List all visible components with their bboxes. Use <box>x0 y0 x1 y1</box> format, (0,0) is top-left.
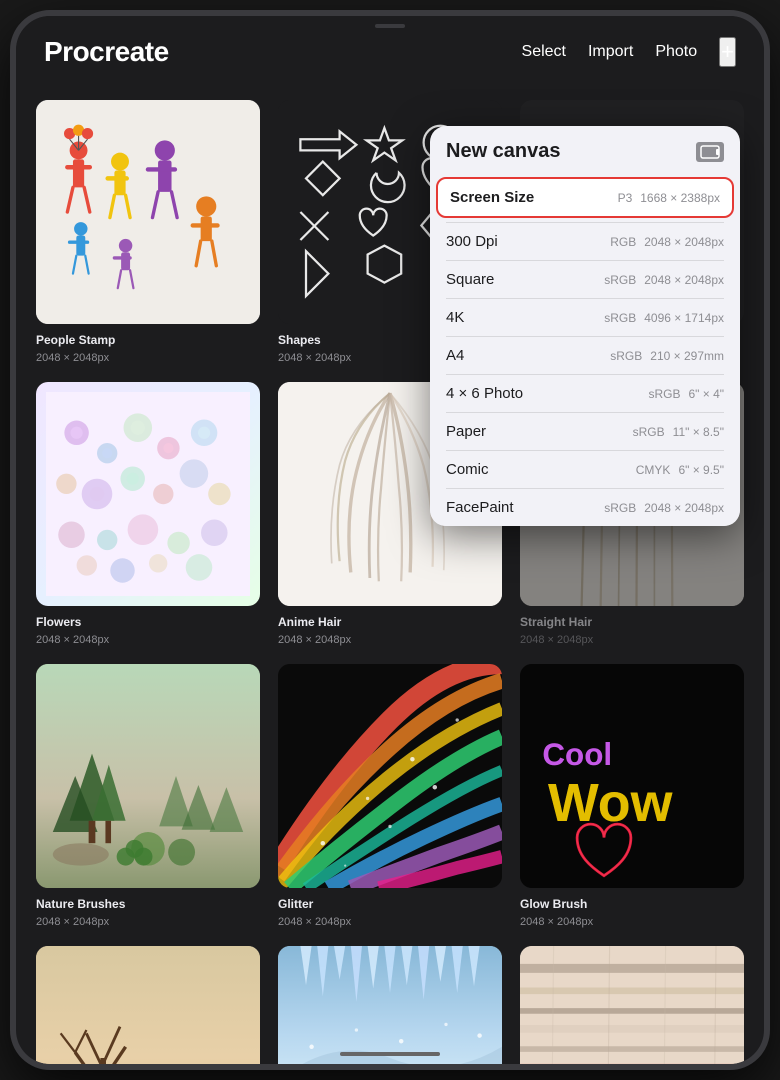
item-title-glow: Glow Brush <box>520 897 744 911</box>
canvas-item-comic[interactable]: Comic CMYK 6" × 9.5" <box>430 451 740 488</box>
ipad-screen: Procreate Select Import Photo + <box>16 16 764 1064</box>
canvas-meta-square: sRGB 2048 × 2048px <box>604 273 724 287</box>
popup-header: New canvas <box>430 126 740 173</box>
gallery-item-autumn[interactable]: Autumn 2048 × 2048px <box>36 946 260 1064</box>
gallery-item-glitter[interactable]: Glitter 2048 × 2048px <box>278 664 502 928</box>
thumb-winter-set <box>278 946 502 1064</box>
canvas-dims-comic: 6" × 9.5" <box>678 463 724 477</box>
app-title: Procreate <box>44 36 169 68</box>
item-title-flowers: Flowers <box>36 615 260 629</box>
canvas-meta-facepaint: sRGB 2048 × 2048px <box>604 501 724 515</box>
canvas-colorspace-screen: P3 <box>618 191 633 205</box>
canvas-dims-paper: 11" × 8.5" <box>673 425 724 439</box>
photo-button[interactable]: Photo <box>655 43 697 61</box>
import-button[interactable]: Import <box>588 43 633 61</box>
camera-area <box>375 24 405 28</box>
thumb-flowers <box>36 382 260 606</box>
canvas-item-paper[interactable]: Paper sRGB 11" × 8.5" <box>430 413 740 450</box>
canvas-meta-4x6: sRGB 6" × 4" <box>648 387 724 401</box>
canvas-meta-paper: sRGB 11" × 8.5" <box>633 425 724 439</box>
thumb-people-stamp <box>36 100 260 324</box>
item-dims-glitter: 2048 × 2048px <box>278 916 502 928</box>
thumb-nature-brushes <box>36 664 260 888</box>
canvas-item-a4[interactable]: A4 sRGB 210 × 297mm <box>430 337 740 374</box>
new-canvas-popup: New canvas Screen Size P3 166 <box>430 126 740 526</box>
canvas-colorspace-a4: sRGB <box>610 349 642 363</box>
svg-text:Wow: Wow <box>548 773 673 833</box>
canvas-item-4x6[interactable]: 4 × 6 Photo sRGB 6" × 4" <box>430 375 740 412</box>
canvas-colorspace-facepaint: sRGB <box>604 501 636 515</box>
canvas-item-300dpi[interactable]: 300 Dpi RGB 2048 × 2048px <box>430 223 740 260</box>
canvas-dims-facepaint: 2048 × 2048px <box>644 501 724 515</box>
canvas-item-square[interactable]: Square sRGB 2048 × 2048px <box>430 261 740 298</box>
canvas-colorspace-4x6: sRGB <box>648 387 680 401</box>
canvas-colorspace-300dpi: RGB <box>610 235 636 249</box>
gallery-item-glow[interactable]: Cool Cool Wow Wow Glow Brush 2048 × 2048… <box>520 664 744 928</box>
item-dims-people: 2048 × 2048px <box>36 352 260 364</box>
canvas-colorspace-4k: sRGB <box>604 311 636 325</box>
item-dims-nature: 2048 × 2048px <box>36 916 260 928</box>
canvas-name-square: Square <box>446 271 494 288</box>
gallery-item-nature[interactable]: Nature Brushes 2048 × 2048px <box>36 664 260 928</box>
canvas-name-paper: Paper <box>446 423 486 440</box>
gallery-item-winter[interactable]: Winter Set 2048 × 2048px <box>278 946 502 1064</box>
item-dims-anime: 2048 × 2048px <box>278 634 502 646</box>
scroll-bar <box>340 1052 440 1056</box>
item-title-anime: Anime Hair <box>278 615 502 629</box>
canvas-meta-screen-size: P3 1668 × 2388px <box>618 191 720 205</box>
ipad-frame: Procreate Select Import Photo + <box>10 10 770 1070</box>
canvas-name-facepaint: FacePaint <box>446 499 514 516</box>
canvas-name-screen-size: Screen Size <box>450 189 534 206</box>
item-title-people: People Stamp <box>36 333 260 347</box>
canvas-icon <box>696 142 724 162</box>
item-dims-flowers: 2048 × 2048px <box>36 634 260 646</box>
canvas-meta-a4: sRGB 210 × 297mm <box>610 349 724 363</box>
item-dims-glow: 2048 × 2048px <box>520 916 744 928</box>
thumb-glow-brush: Cool Cool Wow Wow <box>520 664 744 888</box>
canvas-name-comic: Comic <box>446 461 489 478</box>
gallery-item-brick[interactable]: Brick & Animal Print 2048 × 2048px <box>520 946 744 1064</box>
canvas-name-a4: A4 <box>446 347 464 364</box>
canvas-list: Screen Size P3 1668 × 2388px 300 Dpi RGB… <box>430 173 740 526</box>
canvas-dims-screen: 1668 × 2388px <box>640 191 720 205</box>
item-dims-straight: 2048 × 2048px <box>520 634 744 646</box>
canvas-meta-comic: CMYK 6" × 9.5" <box>636 463 724 477</box>
canvas-name-4k: 4K <box>446 309 464 326</box>
canvas-colorspace-comic: CMYK <box>636 463 671 477</box>
canvas-meta-300dpi: RGB 2048 × 2048px <box>610 235 724 249</box>
item-title-straight: Straight Hair <box>520 615 744 629</box>
canvas-dims-4k: 4096 × 1714px <box>644 311 724 325</box>
canvas-colorspace-paper: sRGB <box>633 425 665 439</box>
gallery-item-people-stamp[interactable]: People Stamp 2048 × 2048px <box>36 100 260 364</box>
thumb-glitter <box>278 664 502 888</box>
popup-title: New canvas <box>446 140 561 163</box>
canvas-dims-4x6: 6" × 4" <box>688 387 724 401</box>
canvas-item-4k[interactable]: 4K sRGB 4096 × 1714px <box>430 299 740 336</box>
canvas-dims-square: 2048 × 2048px <box>644 273 724 287</box>
canvas-meta-4k: sRGB 4096 × 1714px <box>604 311 724 325</box>
canvas-name-4x6: 4 × 6 Photo <box>446 385 523 402</box>
thumb-brick-animal <box>520 946 744 1064</box>
item-title-nature: Nature Brushes <box>36 897 260 911</box>
canvas-colorspace-square: sRGB <box>604 273 636 287</box>
canvas-item-screen-size[interactable]: Screen Size P3 1668 × 2388px <box>436 177 734 218</box>
add-button[interactable]: + <box>719 37 736 67</box>
svg-text:Cool: Cool <box>542 737 612 772</box>
item-title-glitter: Glitter <box>278 897 502 911</box>
canvas-name-300dpi: 300 Dpi <box>446 233 498 250</box>
select-button[interactable]: Select <box>522 43 566 61</box>
canvas-dims-300dpi: 2048 × 2048px <box>644 235 724 249</box>
gallery-item-flowers[interactable]: Flowers 2048 × 2048px <box>36 382 260 646</box>
header-actions: Select Import Photo + <box>522 37 736 67</box>
canvas-dims-a4: 210 × 297mm <box>650 349 724 363</box>
thumb-autumn <box>36 946 260 1064</box>
canvas-item-facepaint[interactable]: FacePaint sRGB 2048 × 2048px <box>430 489 740 526</box>
